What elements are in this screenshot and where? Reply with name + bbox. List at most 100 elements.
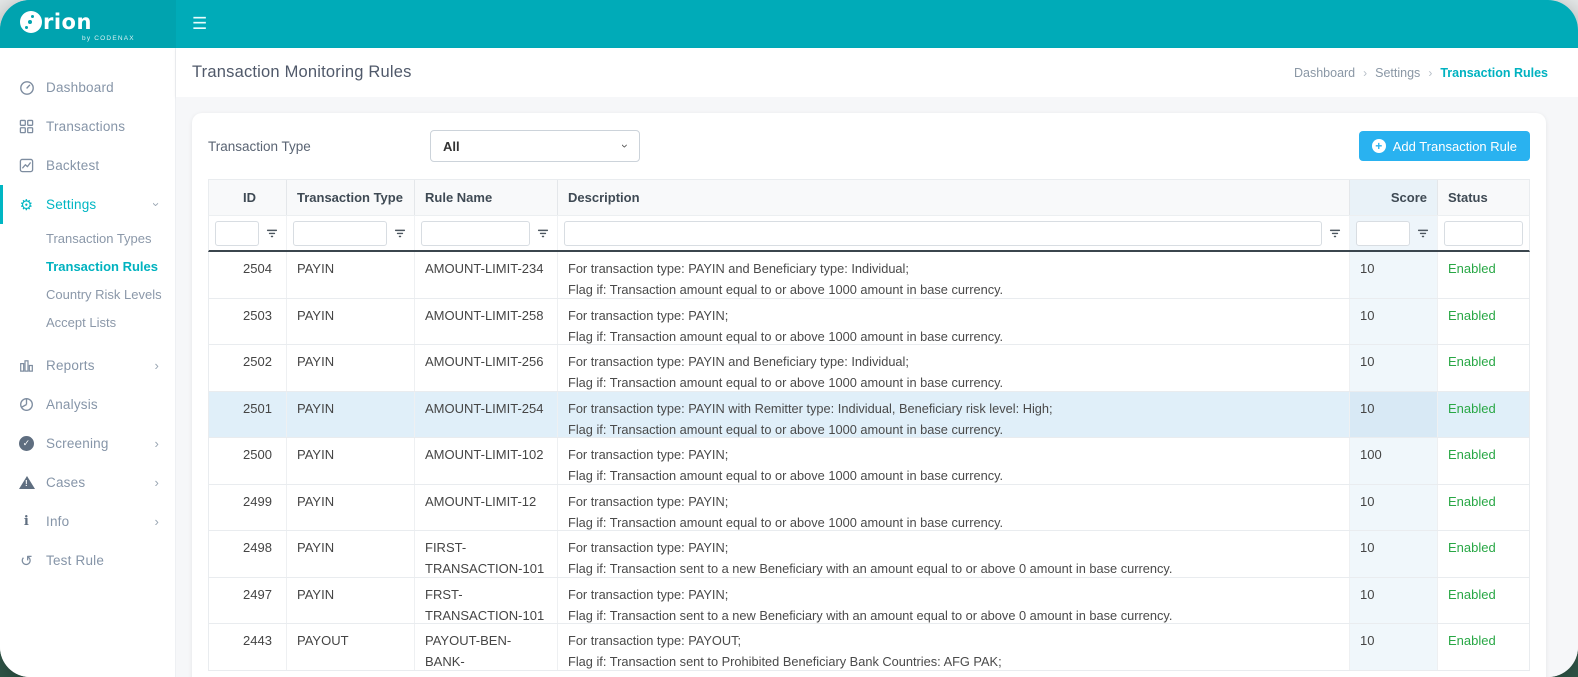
cell-description: For transaction type: PAYIN;Flag if: Tra… (557, 299, 1349, 345)
sidebar-subitem-country-risk-levels[interactable]: Country Risk Levels (0, 280, 175, 308)
transaction-type-label: Transaction Type (208, 139, 430, 154)
main-content: Transaction Type All › + Add Transaction… (176, 97, 1578, 677)
sidebar-label: Dashboard (46, 80, 114, 95)
status-badge: Enabled (1437, 485, 1529, 531)
sidebar-label: Analysis (46, 397, 98, 412)
sidebar-sublabel: Accept Lists (46, 315, 116, 330)
add-transaction-rule-button[interactable]: + Add Transaction Rule (1359, 131, 1530, 161)
sidebar-subitem-transaction-types[interactable]: Transaction Types (0, 224, 175, 252)
table-row[interactable]: 2500 PAYIN AMOUNT-LIMIT-102 For transact… (208, 438, 1530, 485)
rules-table: ID Transaction Type Rule Name Descriptio… (208, 179, 1530, 671)
filter-cell-id (209, 216, 286, 250)
cell-score: 10 (1349, 531, 1437, 577)
filter-icon[interactable] (1415, 225, 1431, 241)
cell-id: 2497 (209, 578, 286, 624)
sidebar-sublabel: Transaction Rules (46, 259, 158, 274)
table-row[interactable]: 2499 PAYIN AMOUNT-LIMIT-12 For transacti… (208, 485, 1530, 532)
cell-score: 10 (1349, 299, 1437, 345)
sidebar-label: Cases (46, 475, 85, 490)
sidebar-item-dashboard[interactable]: Dashboard (0, 68, 175, 107)
table-row[interactable]: 2503 PAYIN AMOUNT-LIMIT-258 For transact… (208, 299, 1530, 346)
sidebar-item-backtest[interactable]: Backtest (0, 146, 175, 185)
sidebar-subitem-transaction-rules[interactable]: Transaction Rules (0, 252, 175, 280)
table-header-row: ID Transaction Type Rule Name Descriptio… (208, 179, 1530, 215)
column-header-id[interactable]: ID (209, 180, 286, 215)
status-badge: Enabled (1437, 252, 1529, 298)
filter-cell-rule-name (414, 216, 557, 250)
table-row-highlighted[interactable]: 2501 PAYIN AMOUNT-LIMIT-254 For transact… (208, 392, 1530, 439)
page-header: Transaction Monitoring Rules Dashboard ›… (176, 48, 1578, 97)
sidebar-item-screening[interactable]: ✓ Screening › (0, 424, 175, 463)
cell-score: 10 (1349, 624, 1437, 670)
filter-icon[interactable] (535, 225, 551, 241)
breadcrumb-dashboard[interactable]: Dashboard (1294, 66, 1355, 80)
cell-description: For transaction type: PAYOUT;Flag if: Tr… (557, 624, 1349, 670)
cell-transaction-type: PAYIN (286, 438, 414, 484)
column-header-transaction-type[interactable]: Transaction Type (286, 180, 414, 215)
sidebar-item-analysis[interactable]: Analysis (0, 385, 175, 424)
cell-rule-name: AMOUNT-LIMIT-254 (414, 392, 557, 438)
cell-transaction-type: PAYIN (286, 299, 414, 345)
breadcrumb-settings[interactable]: Settings (1375, 66, 1420, 80)
cell-description: For transaction type: PAYIN with Remitte… (557, 392, 1349, 438)
filter-icon[interactable] (264, 225, 280, 241)
status-badge: Enabled (1437, 578, 1529, 624)
gear-icon: ⚙ (18, 196, 35, 214)
status-badge: Enabled (1437, 392, 1529, 438)
app-window: ☰ rion by CODENAX Dashboard Transactions… (0, 0, 1578, 677)
sidebar-item-test-rule[interactable]: ↺ Test Rule (0, 541, 175, 580)
sidebar-item-settings[interactable]: ⚙ Settings › (0, 185, 175, 224)
column-header-status[interactable]: Status (1437, 180, 1529, 215)
logo-tagline: by CODENAX (82, 35, 176, 42)
orion-logo-icon (20, 11, 42, 33)
breadcrumb-separator: › (1428, 66, 1432, 80)
column-header-rule-name[interactable]: Rule Name (414, 180, 557, 215)
table-row[interactable]: 2443 PAYOUT PAYOUT-BEN-BANK-PROHIBITED- … (208, 624, 1530, 671)
table-row[interactable]: 2497 PAYIN FRST-TRANSACTION-101 For tran… (208, 578, 1530, 625)
id-filter-input[interactable] (215, 221, 259, 246)
info-icon: i (18, 514, 35, 529)
table-filter-row (208, 215, 1530, 252)
cell-description: For transaction type: PAYIN;Flag if: Tra… (557, 578, 1349, 624)
cell-id: 2501 (209, 392, 286, 438)
column-header-description[interactable]: Description (557, 180, 1349, 215)
table-row[interactable]: 2498 PAYIN FIRST-TRANSACTION-101 For tra… (208, 531, 1530, 578)
chevron-down-icon: › (150, 202, 163, 207)
sidebar-subitem-accept-lists[interactable]: Accept Lists (0, 308, 175, 336)
cell-score: 10 (1349, 578, 1437, 624)
sidebar-item-transactions[interactable]: Transactions (0, 107, 175, 146)
status-filter-input[interactable] (1444, 221, 1523, 246)
cell-id: 2500 (209, 438, 286, 484)
hamburger-menu-icon[interactable]: ☰ (192, 0, 207, 48)
cell-transaction-type: PAYIN (286, 392, 414, 438)
table-row[interactable]: 2504 PAYIN AMOUNT-LIMIT-234 For transact… (208, 252, 1530, 299)
filter-cell-transaction-type (286, 216, 414, 250)
table-row[interactable]: 2502 PAYIN AMOUNT-LIMIT-256 For transact… (208, 345, 1530, 392)
cell-description: For transaction type: PAYIN;Flag if: Tra… (557, 531, 1349, 577)
status-badge: Enabled (1437, 531, 1529, 577)
transaction-type-filter-input[interactable] (293, 221, 387, 246)
chevron-right-icon: › (154, 476, 159, 489)
logo-text: rion (43, 10, 92, 34)
sidebar: Dashboard Transactions Backtest ⚙ Settin… (0, 48, 176, 677)
description-filter-input[interactable] (564, 221, 1322, 246)
cell-transaction-type: PAYOUT (286, 624, 414, 670)
filter-icon[interactable] (392, 225, 408, 241)
transaction-type-value: All (443, 139, 460, 154)
sidebar-item-reports[interactable]: Reports › (0, 346, 175, 385)
column-header-score[interactable]: Score (1349, 180, 1437, 215)
sidebar-label: Reports (46, 358, 95, 373)
rule-name-filter-input[interactable] (421, 221, 530, 246)
chevron-down-icon: › (618, 144, 632, 148)
cell-id: 2503 (209, 299, 286, 345)
cell-id: 2498 (209, 531, 286, 577)
sidebar-item-info[interactable]: i Info › (0, 502, 175, 541)
warning-triangle-icon: ! (18, 476, 35, 489)
cell-score: 100 (1349, 438, 1437, 484)
transaction-type-select[interactable]: All › (430, 130, 640, 162)
sidebar-sublabel: Transaction Types (46, 231, 152, 246)
app-logo[interactable]: rion by CODENAX (0, 0, 176, 48)
score-filter-input[interactable] (1356, 221, 1410, 246)
filter-icon[interactable] (1327, 225, 1343, 241)
sidebar-item-cases[interactable]: ! Cases › (0, 463, 175, 502)
